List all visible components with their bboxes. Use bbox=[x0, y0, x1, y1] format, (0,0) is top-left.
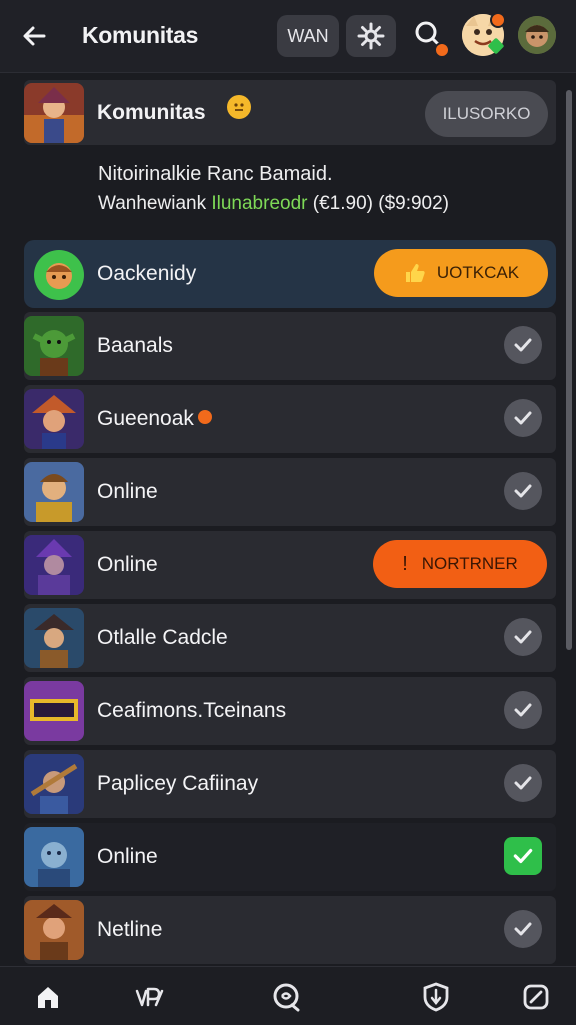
item-label: Online bbox=[97, 553, 158, 576]
item-label: Paplicey Cafiinay bbox=[97, 772, 259, 795]
edit-icon bbox=[523, 984, 549, 1010]
back-arrow-icon bbox=[23, 26, 46, 46]
game-thumbnail bbox=[24, 681, 84, 741]
item-action-label: NORTRNER bbox=[421, 554, 518, 573]
community-action-button[interactable]: ILUSORKO bbox=[425, 91, 548, 137]
list-item[interactable]: Online ! NORTRNER bbox=[24, 531, 556, 599]
voice-icon bbox=[135, 987, 164, 1007]
check-icon bbox=[514, 922, 532, 936]
check-button[interactable] bbox=[504, 472, 542, 510]
face-icon bbox=[46, 263, 72, 289]
item-label: Baanals bbox=[97, 334, 173, 357]
game-thumbnail bbox=[24, 900, 84, 960]
check-button[interactable] bbox=[504, 618, 542, 656]
list-item[interactable]: Online bbox=[24, 823, 556, 891]
featured-member-name: Oackenidy bbox=[97, 262, 197, 285]
search-badge bbox=[434, 42, 450, 58]
thumbs-up-icon bbox=[405, 264, 425, 282]
description-price: (€1.90) ($9:902) bbox=[307, 193, 450, 214]
game-thumbnail bbox=[24, 389, 84, 449]
item-action-button[interactable]: ! NORTRNER bbox=[373, 540, 547, 588]
list-item[interactable]: Online bbox=[24, 458, 556, 526]
user-face-icon bbox=[518, 16, 556, 54]
user-avatar[interactable] bbox=[518, 16, 556, 54]
item-label: Gueenoak bbox=[97, 407, 212, 431]
check-button[interactable] bbox=[504, 764, 542, 802]
top-bar: Komunitas WAN bbox=[0, 0, 576, 73]
check-icon bbox=[514, 338, 532, 352]
check-icon bbox=[514, 703, 532, 717]
featured-action-label: UOTKCAK bbox=[436, 263, 520, 282]
check-button[interactable] bbox=[504, 910, 542, 948]
list-item[interactable]: Baanals bbox=[24, 312, 556, 380]
game-thumbnail bbox=[24, 754, 84, 814]
item-label: Netline bbox=[97, 918, 163, 941]
description-highlight: Ilunabreodr bbox=[211, 193, 308, 214]
shield-icon bbox=[423, 982, 449, 1012]
check-icon bbox=[513, 848, 533, 864]
list-item[interactable]: Paplicey Cafiinay bbox=[24, 750, 556, 818]
wan-label: WAN bbox=[287, 25, 329, 46]
community-header-card: Komunitas ILUSORKO bbox=[24, 80, 556, 145]
item-label-text: Gueenoak bbox=[97, 407, 194, 430]
description-text-a: Wanhewiank bbox=[98, 193, 212, 214]
check-button[interactable] bbox=[504, 399, 542, 437]
smiley-emoji-icon bbox=[227, 95, 251, 119]
game-thumbnail bbox=[24, 827, 84, 887]
check-icon bbox=[514, 484, 532, 498]
check-icon bbox=[514, 630, 532, 644]
game-thumbnail bbox=[24, 462, 84, 522]
home-icon bbox=[38, 987, 58, 1008]
list-item[interactable]: Otlalle Cadcle bbox=[24, 604, 556, 672]
chat-icon bbox=[273, 983, 300, 1012]
featured-member-row[interactable]: Oackenidy UOTKCAK bbox=[24, 240, 556, 308]
nav-shield[interactable] bbox=[418, 979, 454, 1015]
game-thumbnail bbox=[24, 608, 84, 668]
game-thumbnail bbox=[24, 316, 84, 376]
nav-home[interactable] bbox=[30, 979, 66, 1015]
page-title: Komunitas bbox=[82, 22, 199, 48]
settings-button[interactable] bbox=[346, 15, 396, 57]
community-description-line1: Nitoirinalkie Ranc Bamaid. bbox=[98, 163, 333, 185]
community-name: Komunitas bbox=[97, 101, 206, 124]
community-description-line2: Wanhewiank Ilunabreodr (€1.90) ($9:902) bbox=[98, 193, 449, 215]
list-item[interactable]: Gueenoak bbox=[24, 385, 556, 453]
community-action-label: ILUSORKO bbox=[442, 104, 531, 123]
search-button[interactable] bbox=[410, 16, 450, 58]
settings-gear-icon bbox=[357, 22, 385, 50]
check-button-checked[interactable] bbox=[504, 837, 542, 875]
warning-icon bbox=[197, 410, 212, 425]
nav-chat[interactable] bbox=[268, 979, 304, 1015]
community-thumbnail bbox=[24, 83, 84, 143]
back-button[interactable] bbox=[16, 18, 52, 54]
featured-action-button[interactable]: UOTKCAK bbox=[374, 249, 548, 297]
check-button[interactable] bbox=[504, 326, 542, 364]
list-item[interactable]: Ceafimons.Tceinans bbox=[24, 677, 556, 745]
list-item[interactable]: Netline bbox=[24, 896, 556, 964]
check-button[interactable] bbox=[504, 691, 542, 729]
item-label: Online bbox=[97, 845, 158, 868]
nav-edit[interactable] bbox=[518, 979, 554, 1015]
notification-badge bbox=[490, 12, 506, 28]
check-icon bbox=[514, 776, 532, 790]
exclamation-icon: ! bbox=[402, 552, 408, 575]
featured-avatar bbox=[34, 250, 84, 300]
check-icon bbox=[514, 411, 532, 425]
item-label: Ceafimons.Tceinans bbox=[97, 699, 287, 722]
nav-voice[interactable] bbox=[132, 979, 168, 1015]
bottom-nav bbox=[0, 966, 576, 1025]
wan-button[interactable]: WAN bbox=[277, 15, 339, 57]
item-label: Otlalle Cadcle bbox=[97, 626, 228, 649]
item-label: Online bbox=[97, 480, 158, 503]
scrollbar[interactable] bbox=[566, 90, 572, 650]
game-thumbnail bbox=[24, 535, 84, 595]
